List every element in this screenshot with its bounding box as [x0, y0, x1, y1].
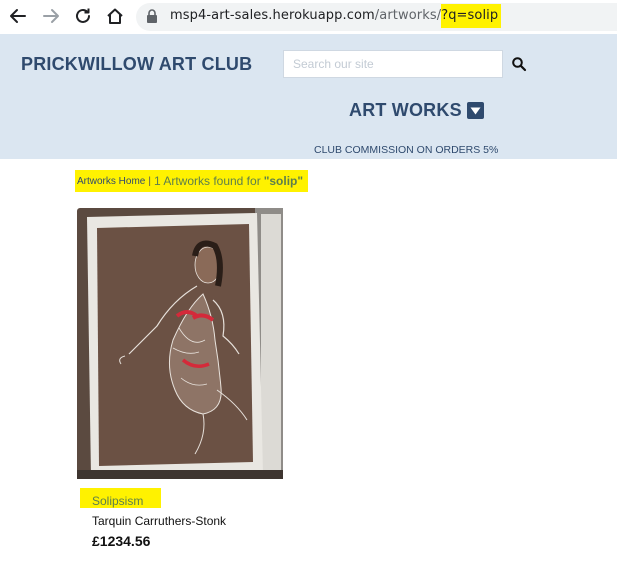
artwork-artist: Tarquin Carruthers-Stonk: [92, 514, 227, 528]
url-path: /artworks/: [374, 8, 442, 23]
artwork-image[interactable]: [77, 208, 283, 479]
artworks-menu-toggle[interactable]: ART WORKS: [349, 100, 484, 121]
commission-note: CLUB COMMISSION ON ORDERS 5%: [314, 144, 499, 156]
search-input[interactable]: [283, 50, 503, 78]
forward-arrow-icon[interactable]: [40, 5, 62, 27]
results-count-text: 1 Artworks found for: [153, 174, 261, 188]
breadcrumb: Artworks Home | 1 Artworks found for "so…: [75, 170, 309, 192]
search-icon[interactable]: [511, 56, 527, 72]
address-url[interactable]: msp4-art-sales.herokuapp.com/artworks/?q…: [170, 4, 502, 28]
browser-toolbar: msp4-art-sales.herokuapp.com/artworks/?q…: [0, 0, 617, 34]
url-query: ?q=solip: [441, 4, 502, 28]
home-icon[interactable]: [104, 5, 126, 27]
menu-title: ART WORKS: [349, 100, 462, 120]
artwork-title-link[interactable]: Solipsism: [92, 494, 143, 508]
site-brand[interactable]: PRICKWILLOW ART CLUB: [21, 54, 252, 75]
caret-down-icon: [466, 102, 484, 119]
back-arrow-icon[interactable]: [7, 5, 29, 27]
artwork-price: £1234.56: [92, 533, 151, 549]
breadcrumb-home-link[interactable]: Artworks Home: [77, 176, 145, 187]
url-host: msp4-art-sales.herokuapp.com: [170, 8, 375, 23]
lock-icon[interactable]: [146, 9, 158, 29]
search-term: "solip": [263, 174, 304, 188]
reload-icon[interactable]: [72, 5, 94, 27]
breadcrumb-separator: |: [148, 175, 151, 187]
